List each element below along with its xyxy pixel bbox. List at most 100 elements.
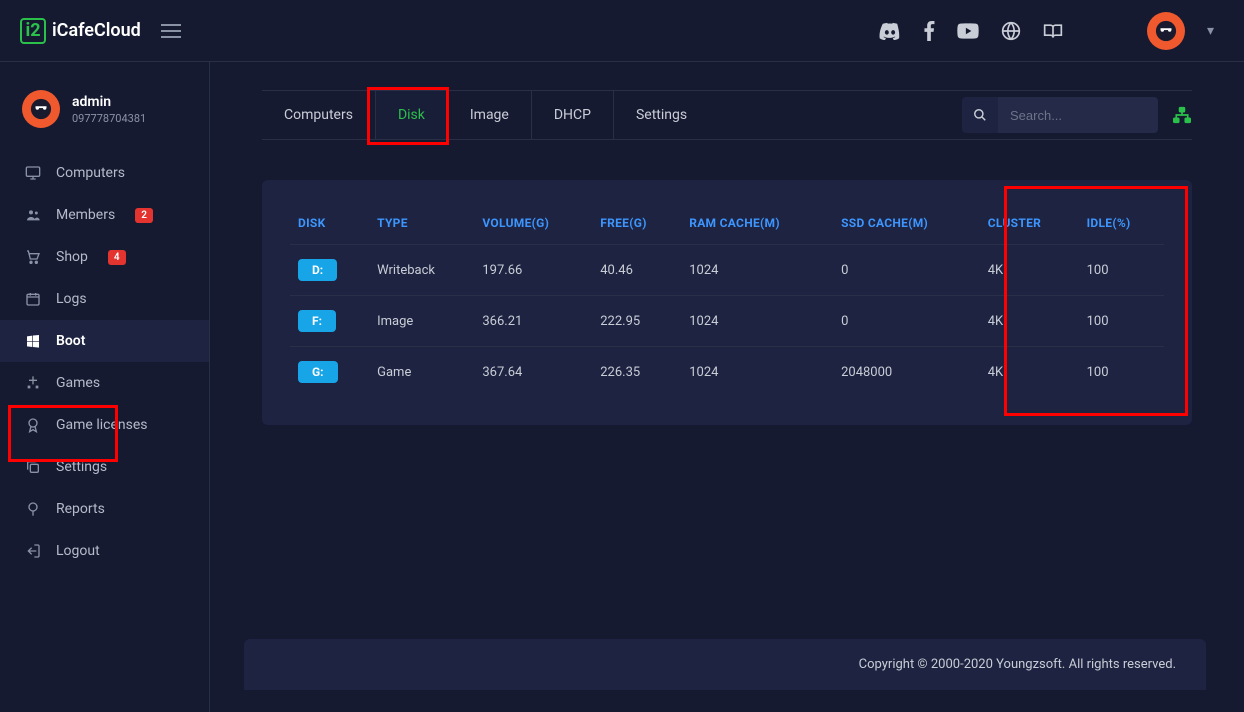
cell-type: Image (369, 296, 474, 347)
cell-ssd: 2048000 (833, 347, 980, 398)
windows-icon (24, 333, 42, 349)
chevron-down-icon[interactable]: ▾ (1207, 23, 1214, 39)
sidebar: admin 097778704381 Computers Members 2 S… (0, 62, 210, 712)
search-wrap (962, 97, 1158, 133)
cell-type: Game (369, 347, 474, 398)
th-disk[interactable]: DISK (290, 202, 369, 245)
user-avatar-sidebar (22, 90, 60, 128)
user-block[interactable]: admin 097778704381 (0, 80, 209, 146)
menu-toggle-icon[interactable] (161, 24, 181, 38)
badge: 2 (135, 208, 153, 223)
th-volume[interactable]: VOLUME(G) (474, 202, 592, 245)
tab-image[interactable]: Image (448, 91, 532, 139)
sidebar-item-label: Shop (56, 249, 88, 265)
tab-settings[interactable]: Settings (614, 91, 709, 139)
cell-idle: 100 (1079, 347, 1164, 398)
user-avatar[interactable] (1147, 12, 1185, 50)
gamepad-icon (24, 375, 42, 391)
main: Computers Disk Image DHCP Settings DISK (210, 62, 1244, 712)
youtube-icon[interactable] (957, 23, 979, 39)
logo-badge: i2 (20, 18, 46, 44)
people-icon (24, 207, 42, 223)
cell-ssd: 0 (833, 245, 980, 296)
sidebar-item-logout[interactable]: Logout (0, 530, 209, 572)
book-icon[interactable] (1043, 22, 1063, 40)
cell-idle: 100 (1079, 296, 1164, 347)
facebook-icon[interactable] (923, 21, 935, 41)
th-type[interactable]: TYPE (369, 202, 474, 245)
search-button[interactable] (962, 97, 998, 133)
cell-volume: 367.64 (474, 347, 592, 398)
th-free[interactable]: FREE(G) (592, 202, 681, 245)
sidebar-item-label: Logs (56, 291, 87, 307)
th-idle[interactable]: IDLE(%) (1079, 202, 1164, 245)
user-id: 097778704381 (72, 112, 146, 125)
globe-icon[interactable] (1001, 21, 1021, 41)
th-ssdcache[interactable]: SSD CACHE(M) (833, 202, 980, 245)
sidebar-item-label: Reports (56, 501, 105, 517)
cell-cluster: 4K (980, 245, 1079, 296)
calendar-icon (24, 291, 42, 307)
discord-icon[interactable] (879, 22, 901, 40)
search-input[interactable] (998, 97, 1158, 133)
sidebar-item-label: Computers (56, 165, 125, 181)
cell-type: Writeback (369, 245, 474, 296)
sidebar-item-shop[interactable]: Shop 4 (0, 236, 209, 278)
cell-volume: 197.66 (474, 245, 592, 296)
cell-volume: 366.21 (474, 296, 592, 347)
sidebar-item-label: Logout (56, 543, 100, 559)
cell-cluster: 4K (980, 347, 1079, 398)
footer: Copyright © 2000-2020 Youngzsoft. All ri… (244, 639, 1206, 690)
copy-icon (24, 459, 42, 475)
user-name: admin (72, 94, 146, 110)
cell-free: 40.46 (592, 245, 681, 296)
sidebar-item-label: Game licenses (56, 417, 148, 433)
disk-table: DISK TYPE VOLUME(G) FREE(G) RAM CACHE(M)… (290, 202, 1164, 397)
sidebar-item-games[interactable]: Games (0, 362, 209, 404)
network-icon[interactable] (1172, 106, 1192, 124)
cell-free: 222.95 (592, 296, 681, 347)
cell-free: 226.35 (592, 347, 681, 398)
sidebar-item-computers[interactable]: Computers (0, 152, 209, 194)
topbar: i2 iCafeCloud ▾ (0, 0, 1244, 62)
sidenav: Computers Members 2 Shop 4 Logs Boot Gam… (0, 152, 209, 572)
monitor-icon (24, 165, 42, 181)
sidebar-item-label: Settings (56, 459, 107, 475)
tab-dhcp[interactable]: DHCP (532, 91, 614, 139)
table-row[interactable]: D: Writeback 197.66 40.46 1024 0 4K 100 (290, 245, 1164, 296)
th-cluster[interactable]: CLUSTER (980, 202, 1079, 245)
th-ramcache[interactable]: RAM CACHE(M) (681, 202, 833, 245)
cell-idle: 100 (1079, 245, 1164, 296)
reports-icon (24, 501, 42, 517)
badge: 4 (108, 250, 126, 265)
cell-ram: 1024 (681, 296, 833, 347)
cell-ram: 1024 (681, 245, 833, 296)
disk-chip: D: (298, 259, 337, 281)
tab-computers[interactable]: Computers (262, 91, 376, 139)
table-row[interactable]: F: Image 366.21 222.95 1024 0 4K 100 (290, 296, 1164, 347)
cart-icon (24, 249, 42, 265)
copyright: Copyright © 2000-2020 Youngzsoft. All ri… (859, 657, 1176, 672)
tabbar: Computers Disk Image DHCP Settings (262, 90, 1192, 140)
disk-table-card: DISK TYPE VOLUME(G) FREE(G) RAM CACHE(M)… (262, 180, 1192, 425)
sidebar-item-boot[interactable]: Boot (0, 320, 209, 362)
sidebar-item-members[interactable]: Members 2 (0, 194, 209, 236)
sidebar-item-reports[interactable]: Reports (0, 488, 209, 530)
tab-disk[interactable]: Disk (376, 91, 448, 139)
award-icon (24, 417, 42, 433)
sidebar-item-label: Boot (56, 333, 85, 349)
brand-name: iCafeCloud (52, 20, 141, 41)
disk-chip: G: (298, 361, 338, 383)
sidebar-item-label: Games (56, 375, 100, 391)
sidebar-item-game-licenses[interactable]: Game licenses (0, 404, 209, 446)
cell-ssd: 0 (833, 296, 980, 347)
logout-icon (24, 543, 42, 559)
sidebar-item-label: Members (56, 207, 115, 223)
table-row[interactable]: G: Game 367.64 226.35 1024 2048000 4K 10… (290, 347, 1164, 398)
cell-ram: 1024 (681, 347, 833, 398)
disk-chip: F: (298, 310, 336, 332)
cell-cluster: 4K (980, 296, 1079, 347)
brand-logo[interactable]: i2 iCafeCloud (20, 18, 141, 44)
sidebar-item-settings[interactable]: Settings (0, 446, 209, 488)
sidebar-item-logs[interactable]: Logs (0, 278, 209, 320)
